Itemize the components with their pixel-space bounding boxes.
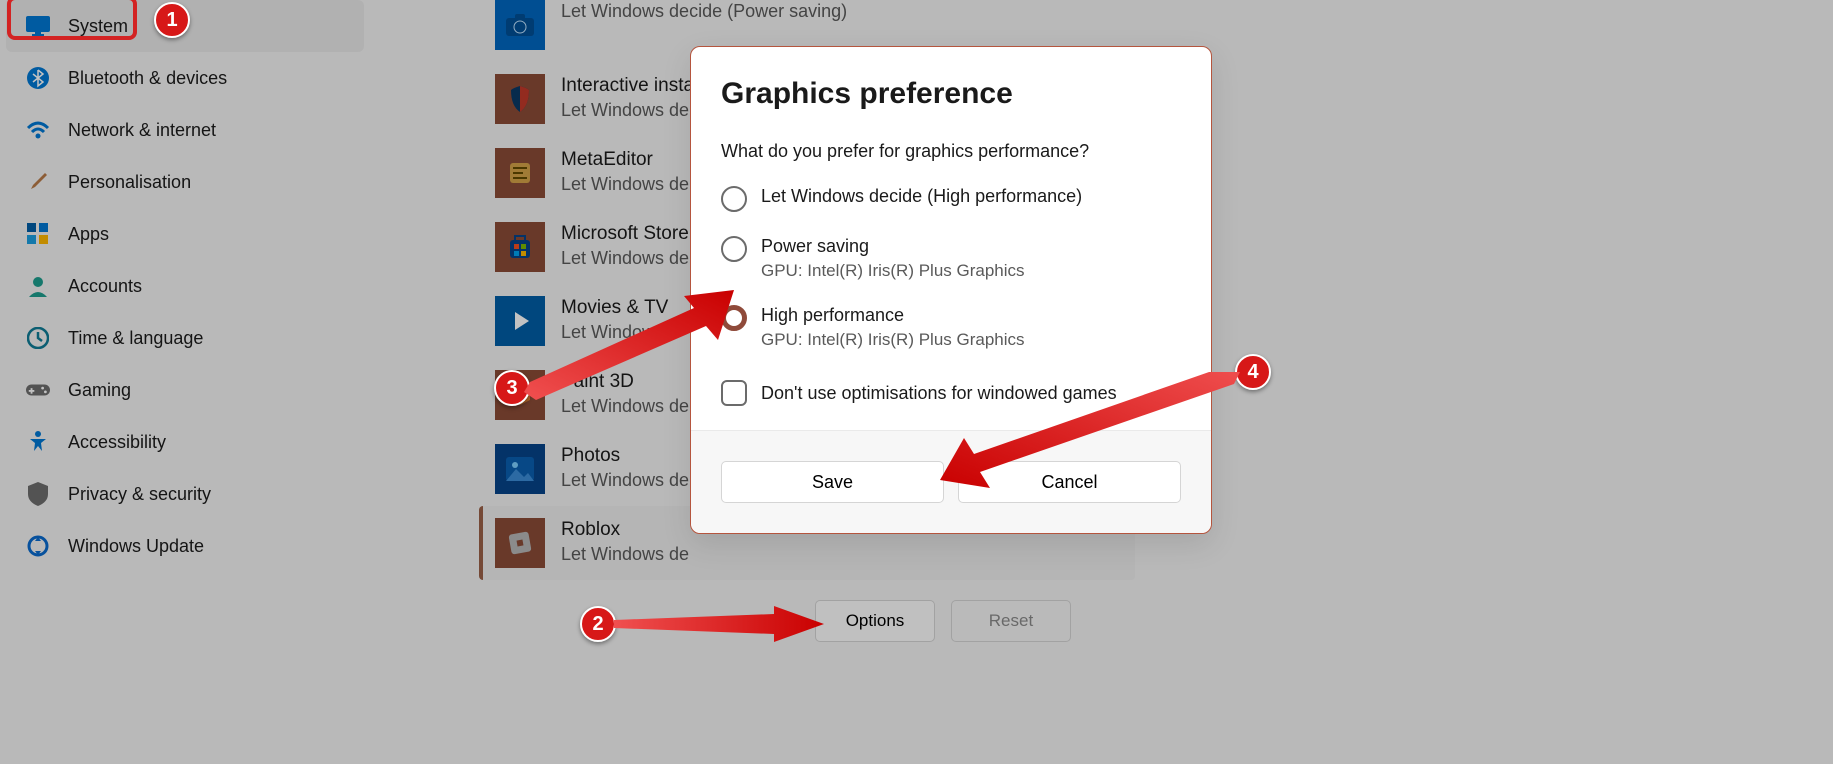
sidebar-item-label: Bluetooth & devices [68,68,227,89]
sidebar-item-network[interactable]: Network & internet [6,104,364,156]
app-name: Photos [561,444,689,469]
sidebar-item-privacy[interactable]: Privacy & security [6,468,364,520]
shield-icon [26,482,50,506]
app-icon-shield [495,74,545,124]
app-icon-camera [495,0,545,50]
app-name: Interactive insta [561,74,694,99]
radio-icon[interactable] [721,236,747,262]
annotation-marker-4: 4 [1235,354,1271,390]
sidebar-item-label: Accessibility [68,432,166,453]
checkbox-optimisations[interactable]: Don't use optimisations for windowed gam… [721,380,1181,406]
app-name: MetaEditor [561,148,689,173]
sidebar-item-accessibility[interactable]: Accessibility [6,416,364,468]
dialog-footer: Save Cancel [691,430,1211,533]
app-name: Movies & TV [561,296,668,321]
sidebar-item-label: System [68,16,128,37]
clock-icon [26,326,50,350]
app-icon-block [495,518,545,568]
radio-icon[interactable] [721,186,747,212]
sidebar-item-label: Windows Update [68,536,204,557]
radio-option-power-saving[interactable]: Power saving GPU: Intel(R) Iris(R) Plus … [721,236,1181,281]
dialog-title: Graphics preference [721,77,1181,111]
sidebar-item-time[interactable]: Time & language [6,312,364,364]
app-icon-store [495,222,545,272]
radio-label: Let Windows decide (High performance) [761,186,1082,207]
app-sub: Let Windows de [561,395,689,418]
checkbox-label: Don't use optimisations for windowed gam… [761,383,1117,404]
sidebar-item-system[interactable]: System [6,0,364,52]
app-icon-photo [495,444,545,494]
graphics-preference-dialog: Graphics preference What do you prefer f… [690,46,1212,534]
app-icon-play [495,296,545,346]
save-button[interactable]: Save [721,461,944,503]
sidebar-item-label: Gaming [68,380,131,401]
sidebar-item-label: Apps [68,224,109,245]
sidebar-item-update[interactable]: Windows Update [6,520,364,572]
radio-label: High performance [761,305,1025,326]
sidebar-item-personalisation[interactable]: Personalisation [6,156,364,208]
sidebar-item-label: Accounts [68,276,142,297]
reset-button[interactable]: Reset [951,600,1071,642]
app-name: Roblox [561,518,689,543]
app-sub: Let Windows de [561,173,689,196]
person-icon [26,274,50,298]
options-button[interactable]: Options [815,600,935,642]
radio-icon[interactable] [721,305,747,331]
sidebar-item-label: Time & language [68,328,203,349]
sidebar-item-label: Privacy & security [68,484,211,505]
app-icon-cube [495,370,545,420]
app-name: Microsoft Store [561,222,689,247]
app-sub: Let Windows decide (Power saving) [561,0,847,23]
radio-sublabel: GPU: Intel(R) Iris(R) Plus Graphics [761,261,1025,281]
accessibility-icon [26,430,50,454]
app-sub: Let Windows [561,321,668,344]
sidebar-item-accounts[interactable]: Accounts [6,260,364,312]
app-sub: Let Windows de [561,99,694,122]
app-sub: Let Windows de [561,543,689,566]
radio-option-let-windows-decide[interactable]: Let Windows decide (High performance) [721,186,1181,212]
dialog-prompt: What do you prefer for graphics performa… [721,141,1181,162]
wifi-icon [26,118,50,142]
display-icon [26,14,50,38]
sidebar-item-label: Network & internet [68,120,216,141]
bluetooth-icon [26,66,50,90]
brush-icon [26,170,50,194]
radio-option-high-performance[interactable]: High performance GPU: Intel(R) Iris(R) P… [721,305,1181,350]
sidebar-item-bluetooth[interactable]: Bluetooth & devices [6,52,364,104]
sidebar-item-gaming[interactable]: Gaming [6,364,364,416]
sidebar-item-apps[interactable]: Apps [6,208,364,260]
radio-label: Power saving [761,236,1025,257]
cancel-button[interactable]: Cancel [958,461,1181,503]
radio-sublabel: GPU: Intel(R) Iris(R) Plus Graphics [761,330,1025,350]
app-sub: Let Windows de [561,469,689,492]
update-icon [26,534,50,558]
gamepad-icon [26,378,50,402]
checkbox-icon[interactable] [721,380,747,406]
sidebar-item-label: Personalisation [68,172,191,193]
apps-icon [26,222,50,246]
app-sub: Let Windows de [561,247,689,270]
settings-sidebar: System Bluetooth & devices Network & int… [0,0,370,572]
app-name: Paint 3D [561,370,689,395]
app-icon-editor [495,148,545,198]
